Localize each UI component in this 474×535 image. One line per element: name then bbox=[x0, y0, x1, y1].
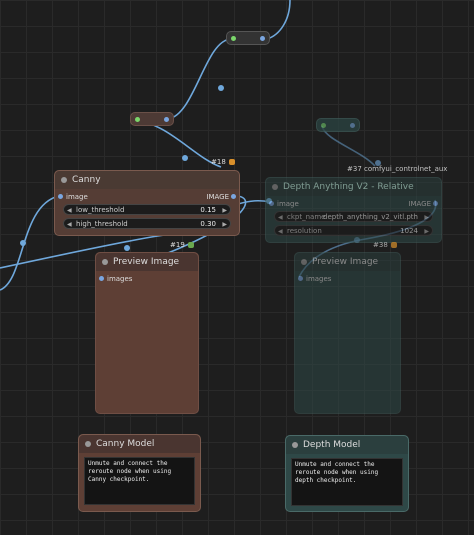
depth-model-note[interactable]: Depth Model Unmute and connect the rerou… bbox=[285, 435, 409, 512]
node-id-badge: #19 bbox=[170, 241, 194, 249]
input-slot-dot[interactable] bbox=[99, 276, 104, 281]
reroute-output-dot[interactable] bbox=[350, 123, 355, 128]
reroute-node-depth[interactable] bbox=[316, 118, 360, 132]
node-title: Canny Model bbox=[96, 439, 155, 449]
node-title: Depth Anything V2 - Relative bbox=[283, 182, 414, 192]
node-title: Depth Model bbox=[303, 440, 361, 450]
node-id-badge: #38 bbox=[373, 241, 397, 249]
fox-icon bbox=[390, 242, 397, 248]
collapse-dot-icon[interactable] bbox=[301, 259, 307, 265]
widget-label: ckpt_name bbox=[287, 213, 326, 221]
slot-row: images bbox=[96, 274, 198, 284]
node-title: Canny bbox=[72, 175, 101, 185]
note-textarea[interactable]: Unmute and connect the reroute node when… bbox=[84, 457, 195, 505]
decrement-arrow-icon[interactable]: ◀ bbox=[67, 205, 72, 216]
input-label: images bbox=[306, 275, 332, 283]
widget-value: 1024 bbox=[400, 227, 418, 235]
reroute-input-dot[interactable] bbox=[231, 36, 236, 41]
increment-arrow-icon[interactable]: ▶ bbox=[424, 226, 429, 237]
node-title: Preview Image bbox=[113, 257, 180, 267]
increment-arrow-icon[interactable]: ▶ bbox=[424, 212, 429, 223]
node-header[interactable]: Canny bbox=[55, 171, 239, 189]
collapse-dot-icon[interactable] bbox=[272, 184, 278, 190]
node-id-badge: #18 bbox=[211, 158, 235, 166]
node-id-label: #18 bbox=[211, 158, 226, 166]
widget-value: 0.15 bbox=[200, 206, 216, 214]
node-header[interactable]: Canny Model bbox=[79, 435, 200, 453]
collapse-dot-icon[interactable] bbox=[292, 442, 298, 448]
increment-arrow-icon[interactable]: ▶ bbox=[222, 205, 227, 216]
node-header[interactable]: Depth Model bbox=[286, 436, 408, 454]
reroute-output-dot[interactable] bbox=[260, 36, 265, 41]
output-label: IMAGE bbox=[408, 200, 431, 208]
node-id-label: #38 bbox=[373, 241, 388, 249]
input-slot-dot[interactable] bbox=[269, 201, 274, 206]
wire-midpoint bbox=[182, 155, 188, 161]
wire-depth-reroute bbox=[321, 125, 376, 167]
wire-top-to-reroute1 bbox=[266, 0, 291, 40]
node-header[interactable]: Preview Image bbox=[96, 253, 198, 271]
decrement-arrow-icon[interactable]: ◀ bbox=[278, 226, 283, 237]
ckpt-name-widget[interactable]: ◀ ckpt_name depth_anything_v2_vitl.pth ▶ bbox=[274, 211, 433, 222]
node-header[interactable]: Preview Image bbox=[295, 253, 400, 271]
reroute-output-dot[interactable] bbox=[164, 117, 169, 122]
widget-value: depth_anything_v2_vitl.pth bbox=[323, 213, 418, 221]
depth-anything-node[interactable]: Depth Anything V2 - Relative image IMAGE… bbox=[265, 177, 442, 243]
collapse-dot-icon[interactable] bbox=[102, 259, 108, 265]
increment-arrow-icon[interactable]: ▶ bbox=[222, 219, 227, 230]
node-icon bbox=[187, 242, 194, 248]
node-id-label: #19 bbox=[170, 241, 185, 249]
input-label: images bbox=[107, 275, 133, 283]
input-label: image bbox=[277, 200, 299, 208]
output-label: IMAGE bbox=[206, 193, 229, 201]
canny-node[interactable]: Canny image IMAGE ◀ low_threshold 0.15 ▶… bbox=[54, 170, 240, 236]
fox-icon bbox=[228, 159, 235, 165]
low-threshold-widget[interactable]: ◀ low_threshold 0.15 ▶ bbox=[63, 204, 231, 215]
widget-label: high_threshold bbox=[76, 220, 128, 228]
reroute-node[interactable] bbox=[226, 31, 270, 45]
wire-reroute1-to-reroute2 bbox=[167, 38, 232, 120]
note-textarea[interactable]: Unmute and connect the reroute node when… bbox=[291, 458, 403, 506]
preview-image-node-depth[interactable]: Preview Image images bbox=[294, 252, 401, 414]
preview-image-node-canny[interactable]: Preview Image images bbox=[95, 252, 199, 414]
wire-canny-input bbox=[0, 195, 60, 291]
slot-row: images bbox=[295, 274, 400, 284]
output-slot-dot[interactable] bbox=[231, 194, 236, 199]
output-slot-dot[interactable] bbox=[433, 201, 438, 206]
input-slot-dot[interactable] bbox=[298, 276, 303, 281]
high-threshold-widget[interactable]: ◀ high_threshold 0.30 ▶ bbox=[63, 218, 231, 229]
input-label: image bbox=[66, 193, 88, 201]
wire-reroute2-to-canny bbox=[135, 119, 222, 168]
wire-midpoint bbox=[218, 85, 224, 91]
node-header[interactable]: Depth Anything V2 - Relative bbox=[266, 178, 441, 196]
widget-value: 0.30 bbox=[200, 220, 216, 228]
input-slot-dot[interactable] bbox=[58, 194, 63, 199]
decrement-arrow-icon[interactable]: ◀ bbox=[67, 219, 72, 230]
decrement-arrow-icon[interactable]: ◀ bbox=[278, 212, 283, 223]
reroute-input-dot[interactable] bbox=[135, 117, 140, 122]
wire-midpoint bbox=[124, 245, 130, 251]
slot-row: image IMAGE bbox=[266, 199, 441, 209]
widget-label: low_threshold bbox=[76, 206, 125, 214]
canny-model-note[interactable]: Canny Model Unmute and connect the rerou… bbox=[78, 434, 201, 512]
node-id-label: #37 comfyui_controlnet_aux bbox=[347, 165, 448, 173]
wire-midpoint bbox=[20, 240, 26, 246]
collapse-dot-icon[interactable] bbox=[61, 177, 67, 183]
collapse-dot-icon[interactable] bbox=[85, 441, 91, 447]
reroute-node-canny[interactable] bbox=[130, 112, 174, 126]
node-title: Preview Image bbox=[312, 257, 379, 267]
node-id-badge: #37 comfyui_controlnet_aux bbox=[347, 165, 447, 173]
reroute-input-dot[interactable] bbox=[321, 123, 326, 128]
widget-label: resolution bbox=[287, 227, 322, 235]
slot-row: image IMAGE bbox=[55, 192, 239, 202]
resolution-widget[interactable]: ◀ resolution 1024 ▶ bbox=[274, 225, 433, 236]
